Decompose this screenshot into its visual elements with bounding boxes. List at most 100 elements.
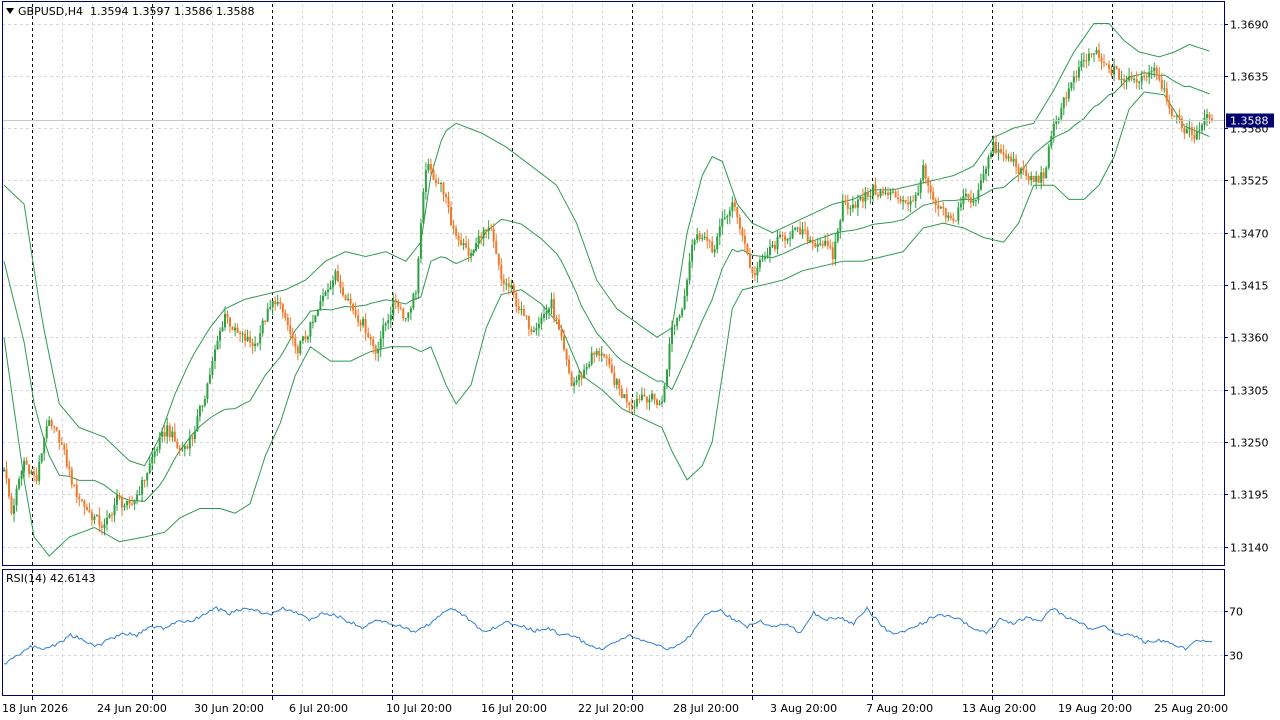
candle-body[interactable] <box>992 141 995 153</box>
candle-body[interactable] <box>178 447 181 451</box>
candle-body[interactable] <box>349 298 352 304</box>
candle-body[interactable] <box>241 333 244 335</box>
candle-body[interactable] <box>565 349 568 360</box>
candle-body[interactable] <box>1118 68 1121 80</box>
candle-body[interactable] <box>111 514 113 516</box>
candle-body[interactable] <box>781 234 784 236</box>
candle-body[interactable] <box>334 271 337 281</box>
candle-body[interactable] <box>766 254 769 258</box>
candle-body[interactable] <box>575 380 578 383</box>
candle-body[interactable] <box>8 478 10 497</box>
candle-body[interactable] <box>663 385 666 402</box>
candle-body[interactable] <box>776 237 779 250</box>
candle-body[interactable] <box>937 205 940 209</box>
candle-body[interactable] <box>1065 97 1068 99</box>
candle-body[interactable] <box>10 496 13 514</box>
candle-body[interactable] <box>1120 79 1123 80</box>
candle-body[interactable] <box>88 510 91 513</box>
candle-body[interactable] <box>907 202 910 205</box>
candle-body[interactable] <box>229 317 231 327</box>
candle-body[interactable] <box>470 253 473 256</box>
candle-body[interactable] <box>500 264 503 280</box>
candle-body[interactable] <box>1012 158 1015 162</box>
candle-body[interactable] <box>63 444 66 450</box>
candle-body[interactable] <box>1125 80 1128 82</box>
candle-body[interactable] <box>462 243 465 246</box>
candle-body[interactable] <box>892 191 894 193</box>
candle-body[interactable] <box>743 235 746 244</box>
candle-body[interactable] <box>141 480 144 495</box>
candle-body[interactable] <box>889 191 892 195</box>
candle-body[interactable] <box>259 333 262 344</box>
candle-body[interactable] <box>836 230 839 242</box>
candle-body[interactable] <box>801 229 804 235</box>
candle-body[interactable] <box>600 354 603 356</box>
candle-body[interactable] <box>271 301 274 308</box>
candle-body[interactable] <box>502 279 505 284</box>
candle-body[interactable] <box>133 500 136 504</box>
candle-body[interactable] <box>359 322 362 326</box>
candle-body[interactable] <box>683 296 686 310</box>
candle-body[interactable] <box>774 244 776 250</box>
candle-body[interactable] <box>678 315 681 318</box>
candle-body[interactable] <box>595 350 598 355</box>
candle-body[interactable] <box>492 228 495 242</box>
candle-body[interactable] <box>779 234 781 237</box>
candle-body[interactable] <box>269 307 272 309</box>
candle-body[interactable] <box>919 180 922 193</box>
candle-body[interactable] <box>979 180 982 190</box>
candle-body[interactable] <box>1007 156 1010 159</box>
candle-body[interactable] <box>1035 176 1038 182</box>
candle-body[interactable] <box>301 336 304 341</box>
candle-body[interactable] <box>256 343 259 345</box>
candle-body[interactable] <box>1082 60 1085 62</box>
candle-body[interactable] <box>726 216 729 218</box>
candle-body[interactable] <box>748 253 751 268</box>
candle-body[interactable] <box>633 406 636 408</box>
candle-body[interactable] <box>1052 123 1055 136</box>
candle-body[interactable] <box>417 258 420 294</box>
candle-body[interactable] <box>216 340 219 350</box>
candle-body[interactable] <box>304 336 307 340</box>
candle-body[interactable] <box>1173 115 1176 117</box>
candle-body[interactable] <box>555 318 558 320</box>
candle-body[interactable] <box>1143 75 1146 77</box>
candle-body[interactable] <box>495 241 498 254</box>
candle-body[interactable] <box>1170 108 1173 116</box>
candle-body[interactable] <box>1201 124 1203 131</box>
candle-body[interactable] <box>65 449 68 467</box>
candle-body[interactable] <box>543 314 545 318</box>
candle-body[interactable] <box>977 189 980 200</box>
candle-body[interactable] <box>1090 53 1093 55</box>
candle-body[interactable] <box>515 293 518 307</box>
candle-body[interactable] <box>1050 136 1053 147</box>
candle-body[interactable] <box>429 164 432 170</box>
candle-body[interactable] <box>1150 70 1153 73</box>
candle-body[interactable] <box>138 494 141 496</box>
candle-body[interactable] <box>814 243 817 247</box>
candle-body[interactable] <box>912 200 915 202</box>
candle-body[interactable] <box>869 196 872 198</box>
candle-body[interactable] <box>208 374 211 384</box>
candle-body[interactable] <box>409 308 412 313</box>
candle-body[interactable] <box>1133 79 1136 81</box>
candle-body[interactable] <box>1085 60 1088 62</box>
candle-body[interactable] <box>568 359 571 374</box>
candle-body[interactable] <box>128 501 131 504</box>
candle-body[interactable] <box>1163 88 1166 90</box>
candle-body[interactable] <box>550 299 553 309</box>
candle-body[interactable] <box>728 211 731 216</box>
candle-body[interactable] <box>1022 168 1025 171</box>
candle-body[interactable] <box>452 225 455 229</box>
candle-body[interactable] <box>28 464 31 475</box>
candle-body[interactable] <box>274 301 277 305</box>
candle-body[interactable] <box>909 200 912 205</box>
candle-body[interactable] <box>939 206 942 209</box>
candle-body[interactable] <box>203 399 206 406</box>
candle-body[interactable] <box>15 488 18 506</box>
candle-body[interactable] <box>791 230 794 239</box>
candle-body[interactable] <box>1178 115 1181 119</box>
candle-body[interactable] <box>856 199 859 208</box>
candle-body[interactable] <box>1195 131 1198 140</box>
candle-body[interactable] <box>593 352 596 355</box>
